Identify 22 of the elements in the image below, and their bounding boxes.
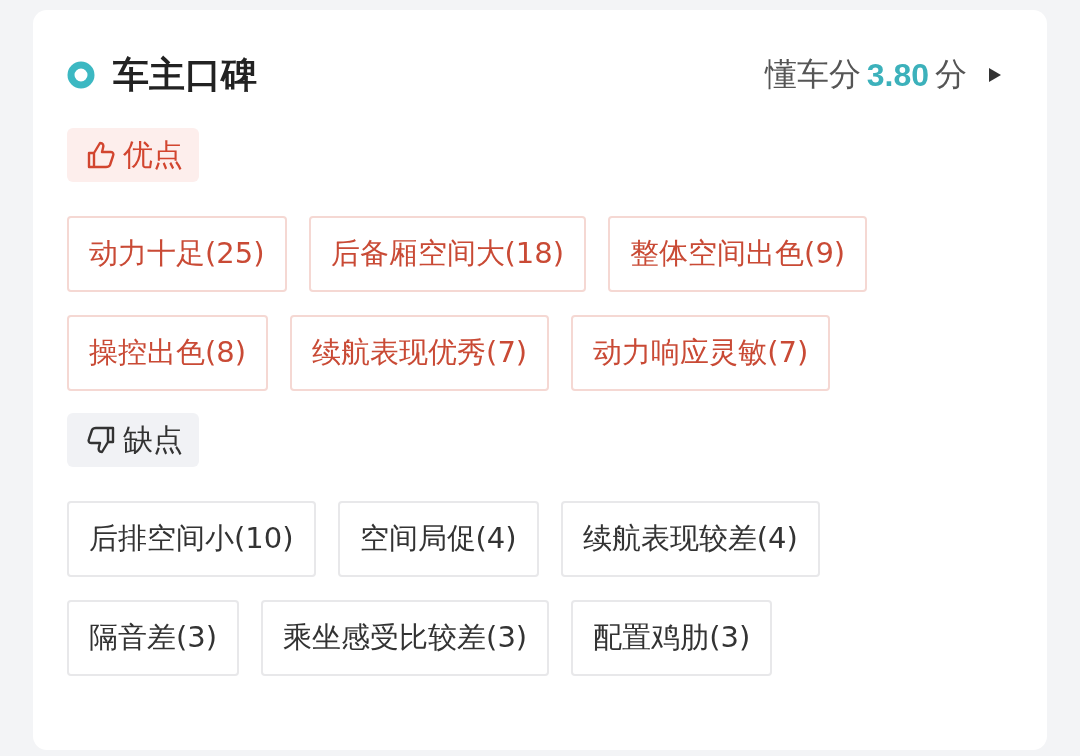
category-badge: 缺点: [67, 413, 199, 467]
review-tag[interactable]: 配置鸡肋(3): [571, 600, 773, 676]
review-tag[interactable]: 续航表现较差(4): [560, 501, 820, 577]
caret-icon[interactable]: [987, 66, 1003, 84]
ring-dot-icon: [67, 61, 95, 89]
score-unit: 分: [935, 54, 967, 95]
review-tag[interactable]: 续航表现优秀(7): [290, 315, 550, 391]
thumbs-down-icon: [85, 424, 117, 456]
review-tag[interactable]: 动力响应灵敏(7): [571, 315, 831, 391]
review-tag[interactable]: 操控出色(8): [67, 315, 269, 391]
score-label: 懂车分: [764, 54, 861, 95]
review-tag[interactable]: 隔音差(3): [67, 600, 240, 676]
review-tag[interactable]: 后排空间小(10): [67, 501, 316, 577]
review-tag[interactable]: 乘坐感受比较差(3): [261, 600, 550, 676]
score-value: 3.80: [866, 56, 929, 94]
thumbs-up-icon: [85, 139, 117, 171]
section-title: 车主口碑: [113, 52, 257, 97]
category-badge: 优点: [67, 128, 199, 182]
review-tag[interactable]: 动力十足(25): [67, 216, 287, 292]
review-tag[interactable]: 空间局促(4): [337, 501, 539, 577]
review-tag[interactable]: 后备厢空间大(18): [308, 216, 587, 292]
review-tag[interactable]: 整体空间出色(9): [608, 216, 868, 292]
